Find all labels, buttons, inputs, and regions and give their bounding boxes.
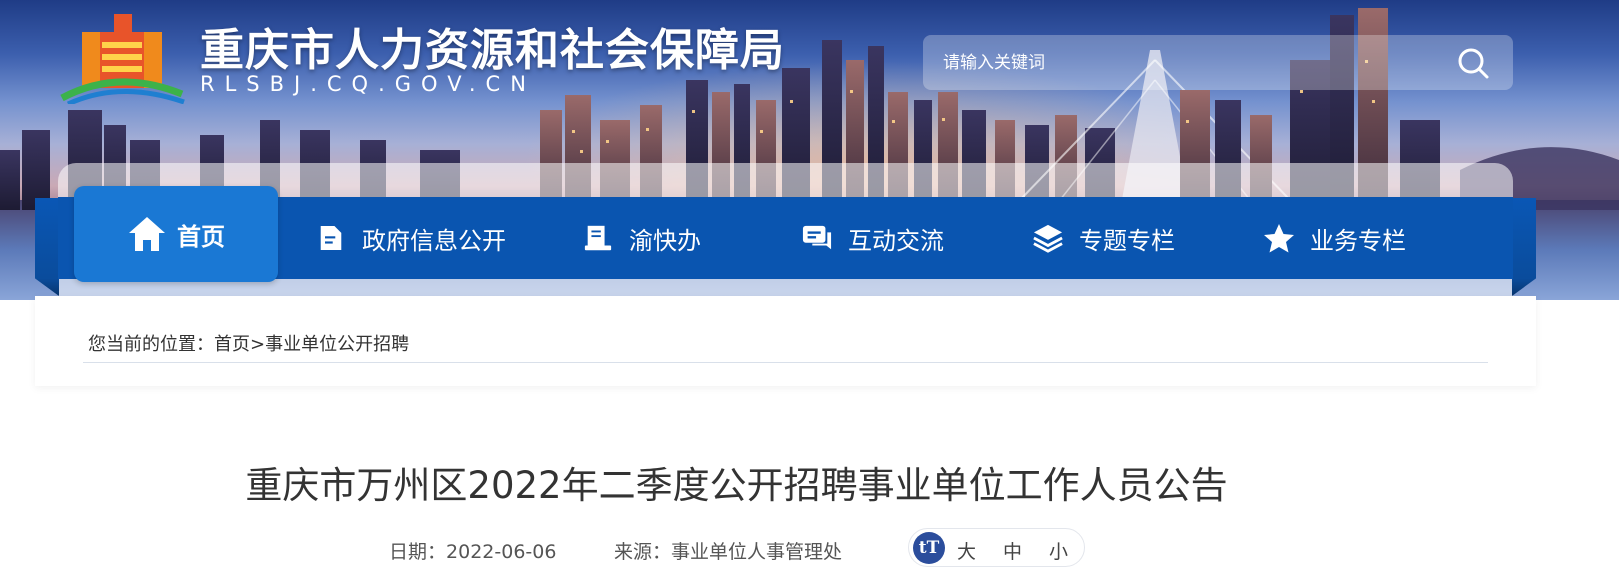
nav-item-gov-info[interactable]: 政府信息公开 — [312, 197, 506, 279]
search-icon[interactable] — [1455, 45, 1491, 81]
search-input[interactable] — [943, 35, 1443, 90]
nav-item-yukuaiban[interactable]: 渝快办 — [579, 197, 701, 279]
chat-icon — [798, 219, 836, 257]
font-size-switcher: tT 大 中 小 — [908, 528, 1085, 567]
bureau-logo — [60, 14, 185, 104]
service-desk-icon — [579, 219, 617, 257]
font-size-medium-button[interactable]: 中 — [1003, 537, 1022, 564]
nav-item-label: 渝快办 — [629, 226, 701, 255]
source-value: 事业单位人事管理处 — [671, 541, 843, 563]
nav-item-special-topics[interactable]: 专题专栏 — [1029, 197, 1175, 279]
nav-item-interaction[interactable]: 互动交流 — [798, 197, 944, 279]
font-size-icon: tT — [913, 532, 945, 564]
breadcrumb-current-link[interactable]: 事业单位公开招聘 — [265, 334, 409, 355]
breadcrumb-separator: > — [250, 334, 266, 355]
nav-item-business[interactable]: 业务专栏 — [1260, 197, 1406, 279]
site-domain: RLSBJ.CQ.GOV.CN — [200, 72, 536, 96]
font-size-small-button[interactable]: 小 — [1049, 537, 1068, 564]
source-label: 来源： — [614, 541, 672, 563]
date-value: 2022-06-06 — [446, 541, 557, 563]
nav-item-home[interactable]: 首页 — [74, 186, 278, 282]
nav-item-label: 政府信息公开 — [362, 226, 506, 255]
nav-item-label: 专题专栏 — [1079, 226, 1175, 255]
star-icon — [1260, 219, 1298, 257]
article-date: 日期：2022-06-06 — [389, 537, 556, 564]
nav-item-label: 首页 — [177, 222, 225, 251]
home-icon — [127, 214, 167, 254]
article-title: 重庆市万州区2022年二季度公开招聘事业单位工作人员公告 — [245, 464, 1228, 507]
breadcrumb-home-link[interactable]: 首页 — [214, 334, 250, 355]
site-title: 重庆市人力资源和社会保障局 — [200, 25, 785, 76]
nav-item-label: 互动交流 — [848, 226, 944, 255]
breadcrumb-divider — [83, 362, 1488, 363]
document-icon — [312, 219, 350, 257]
search-box — [923, 35, 1513, 90]
breadcrumb-prefix: 您当前的位置： — [88, 334, 214, 355]
font-size-large-button[interactable]: 大 — [957, 537, 976, 564]
article-source: 来源：事业单位人事管理处 — [614, 537, 842, 564]
date-label: 日期： — [389, 541, 447, 563]
breadcrumb: 您当前的位置：首页>事业单位公开招聘 — [88, 330, 409, 356]
nav-item-label: 业务专栏 — [1310, 226, 1406, 255]
layers-icon — [1029, 219, 1067, 257]
